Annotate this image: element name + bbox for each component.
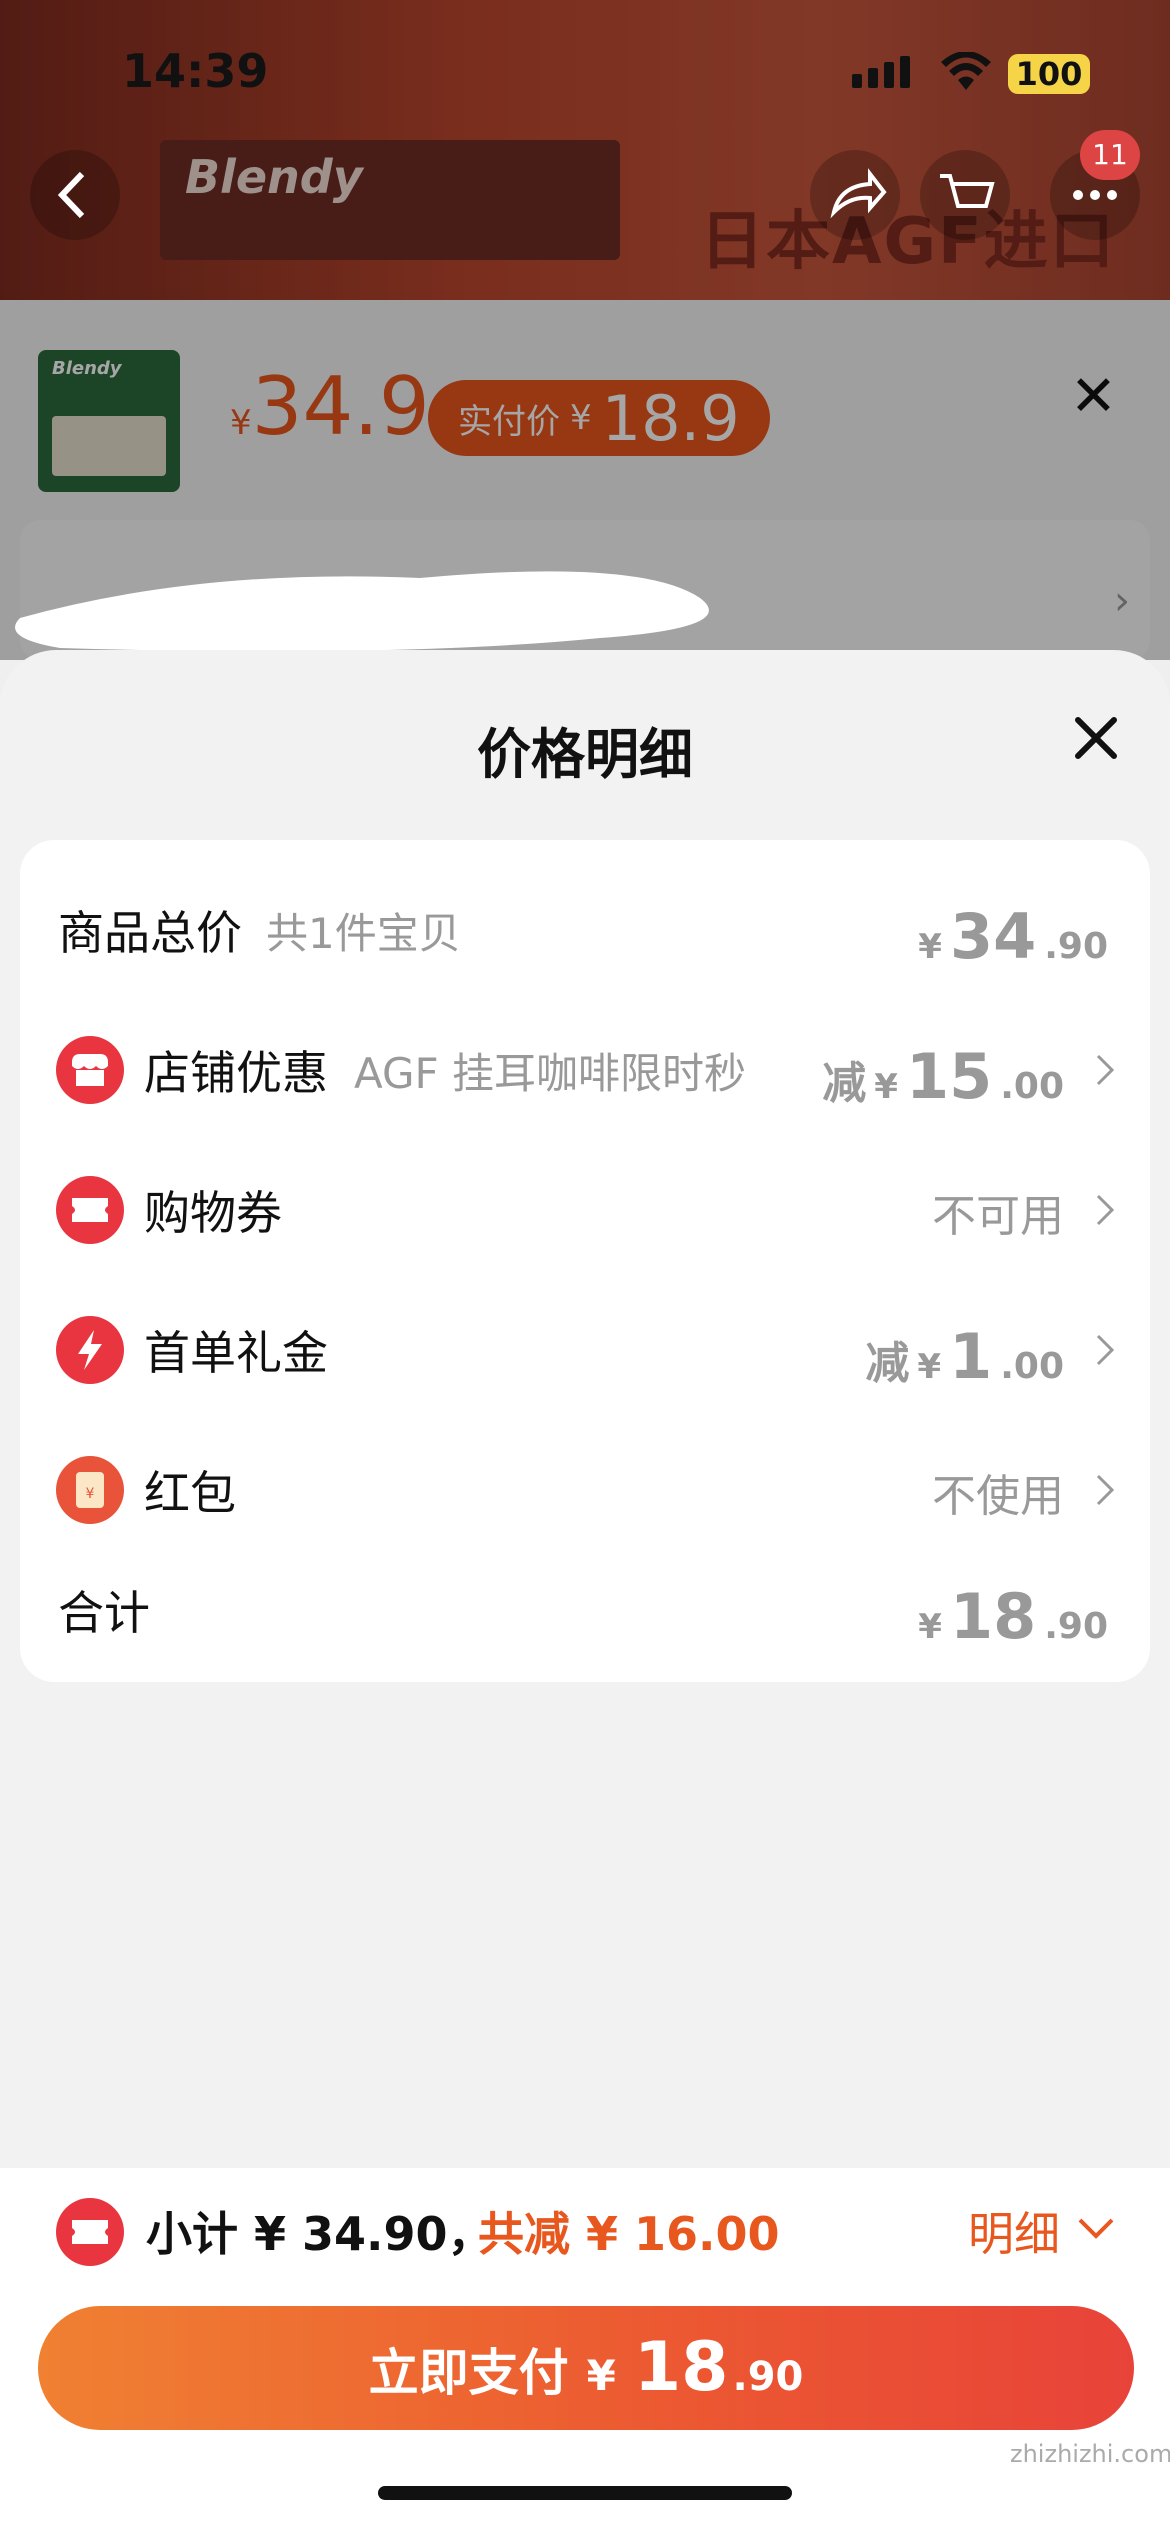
row-sub: AGF 挂耳咖啡限时秒 (354, 1048, 747, 1098)
row-label: 购物券 (144, 1186, 282, 1240)
home-indicator (378, 2486, 792, 2500)
grand-total-row: 合计 ¥18.90 (20, 1540, 1150, 1680)
chevron-right-icon (1096, 1334, 1115, 1366)
sheet-title: 价格明细 (477, 723, 693, 786)
row-amount: 减 ¥15.00 (822, 1040, 1064, 1113)
price-breakdown-card: 商品总价 共1件宝贝 ¥34.90 店铺优惠 AGF 挂耳咖啡限时秒 减 ¥15.… (20, 840, 1150, 1682)
detail-toggle[interactable]: 明细 (968, 2198, 1060, 2264)
chevron-right-icon (1096, 1474, 1115, 1506)
status-time: 14:39 (122, 44, 269, 98)
cart-button[interactable] (920, 150, 1010, 240)
pay-amount-int: 18 (633, 2328, 729, 2407)
status-bar: 14:39 100 (0, 0, 1170, 140)
chevron-left-icon (57, 171, 85, 219)
row-status: 不使用 (932, 1471, 1064, 1522)
pay-amount-dec: .90 (732, 2354, 804, 2400)
row-label: 合计 (58, 1586, 150, 1640)
checkout-bar: 小计 ¥ 34.90， 共减 ¥ 16.00 明细 立即支付 ¥ 18 .90 (0, 2168, 1170, 2532)
coupon-icon (56, 2198, 124, 2266)
row-label: 红包 (144, 1466, 236, 1520)
shop-discount-row[interactable]: 店铺优惠 AGF 挂耳咖啡限时秒 减 ¥15.00 (20, 1000, 1150, 1140)
cellular-signal-icon (852, 56, 910, 88)
row-label: 商品总价 (58, 906, 242, 960)
first-order-bonus-row[interactable]: 首单礼金 减 ¥1.00 (20, 1280, 1150, 1420)
lightning-icon (56, 1316, 124, 1384)
wifi-icon (941, 52, 991, 90)
pay-currency: ¥ (586, 2351, 616, 2400)
red-envelope-icon: ¥ (56, 1456, 124, 1524)
subtotal-text: 小计 ¥ 34.90， (146, 2207, 494, 2261)
row-status: 不可用 (932, 1191, 1064, 1242)
close-icon[interactable] (1070, 712, 1122, 764)
cart-icon (940, 174, 995, 208)
chevron-down-icon[interactable] (1076, 2208, 1116, 2248)
row-sub: 共1件宝贝 (266, 908, 461, 958)
share-icon (830, 168, 887, 219)
red-envelope-row[interactable]: ¥ 红包 不使用 (20, 1420, 1150, 1560)
back-button[interactable] (30, 150, 120, 240)
watermark: zhizhizhi.com (1010, 2440, 1170, 2468)
battery-indicator: 100 (1008, 54, 1090, 94)
coupon-row[interactable]: 购物券 不可用 (20, 1140, 1150, 1280)
pay-now-button[interactable]: 立即支付 ¥ 18 .90 (38, 2306, 1134, 2430)
redaction-scribble (15, 571, 709, 652)
subtotal-row: 小计 ¥ 34.90， 共减 ¥ 16.00 明细 (0, 2168, 1170, 2288)
coupon-icon (56, 1176, 124, 1244)
discount-total-text: 共减 ¥ 16.00 (478, 2207, 780, 2261)
pay-label: 立即支付 (368, 2344, 569, 2402)
row-amount: ¥34.90 (918, 900, 1108, 973)
shop-icon (56, 1036, 124, 1104)
share-button[interactable] (810, 150, 900, 240)
row-amount: ¥18.90 (918, 1580, 1108, 1653)
row-label: 店铺优惠 (144, 1046, 328, 1100)
chevron-right-icon (1096, 1054, 1115, 1086)
chevron-right-icon (1096, 1194, 1115, 1226)
row-amount: 减 ¥1.00 (865, 1320, 1064, 1393)
total-goods-row: 商品总价 共1件宝贝 ¥34.90 (20, 860, 1150, 1000)
svg-text:¥: ¥ (86, 1486, 95, 1502)
row-label: 首单礼金 (144, 1326, 328, 1380)
